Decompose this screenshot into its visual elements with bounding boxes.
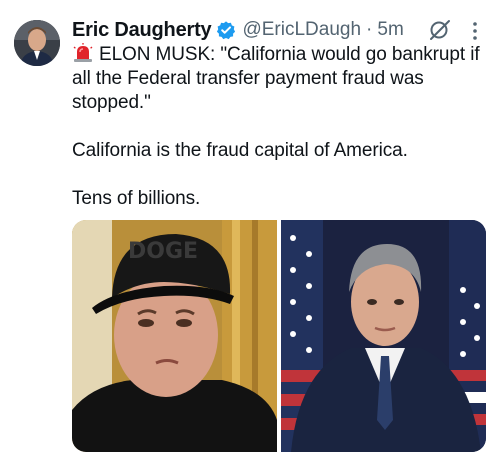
tweet-line-3: Tens of billions.	[72, 188, 201, 209]
tweet-header: Eric Daugherty @EricLDaugh · 5m	[72, 17, 404, 43]
police-light-icon	[72, 43, 94, 63]
tweet-media[interactable]: DOGE	[72, 220, 486, 452]
tweet-line-2: California is the fraud capital of Ameri…	[72, 140, 408, 161]
timestamp[interactable]: 5m	[377, 19, 403, 41]
verified-badge-icon	[216, 20, 236, 40]
avatar[interactable]	[14, 20, 60, 66]
grok-icon[interactable]	[428, 18, 452, 42]
more-vertical-icon[interactable]	[468, 20, 482, 42]
author-handle[interactable]: @EricLDaugh	[242, 19, 361, 41]
author-name[interactable]: Eric Daugherty	[72, 19, 212, 42]
tweet-text: ELON MUSK: "California would go bankrupt…	[72, 43, 492, 211]
hat-text: DOGE	[128, 239, 198, 264]
photo-elon-musk[interactable]: DOGE	[72, 220, 277, 452]
separator: ·	[366, 19, 373, 40]
tweet[interactable]: Eric Daugherty @EricLDaugh · 5m ELON MUS…	[0, 0, 500, 464]
tweet-line-1: ELON MUSK: "California would go bankrupt…	[72, 43, 492, 115]
tweet-line-1-text: ELON MUSK: "California would go bankrupt…	[72, 44, 480, 113]
photo-gavin-newsom[interactable]	[281, 220, 486, 452]
